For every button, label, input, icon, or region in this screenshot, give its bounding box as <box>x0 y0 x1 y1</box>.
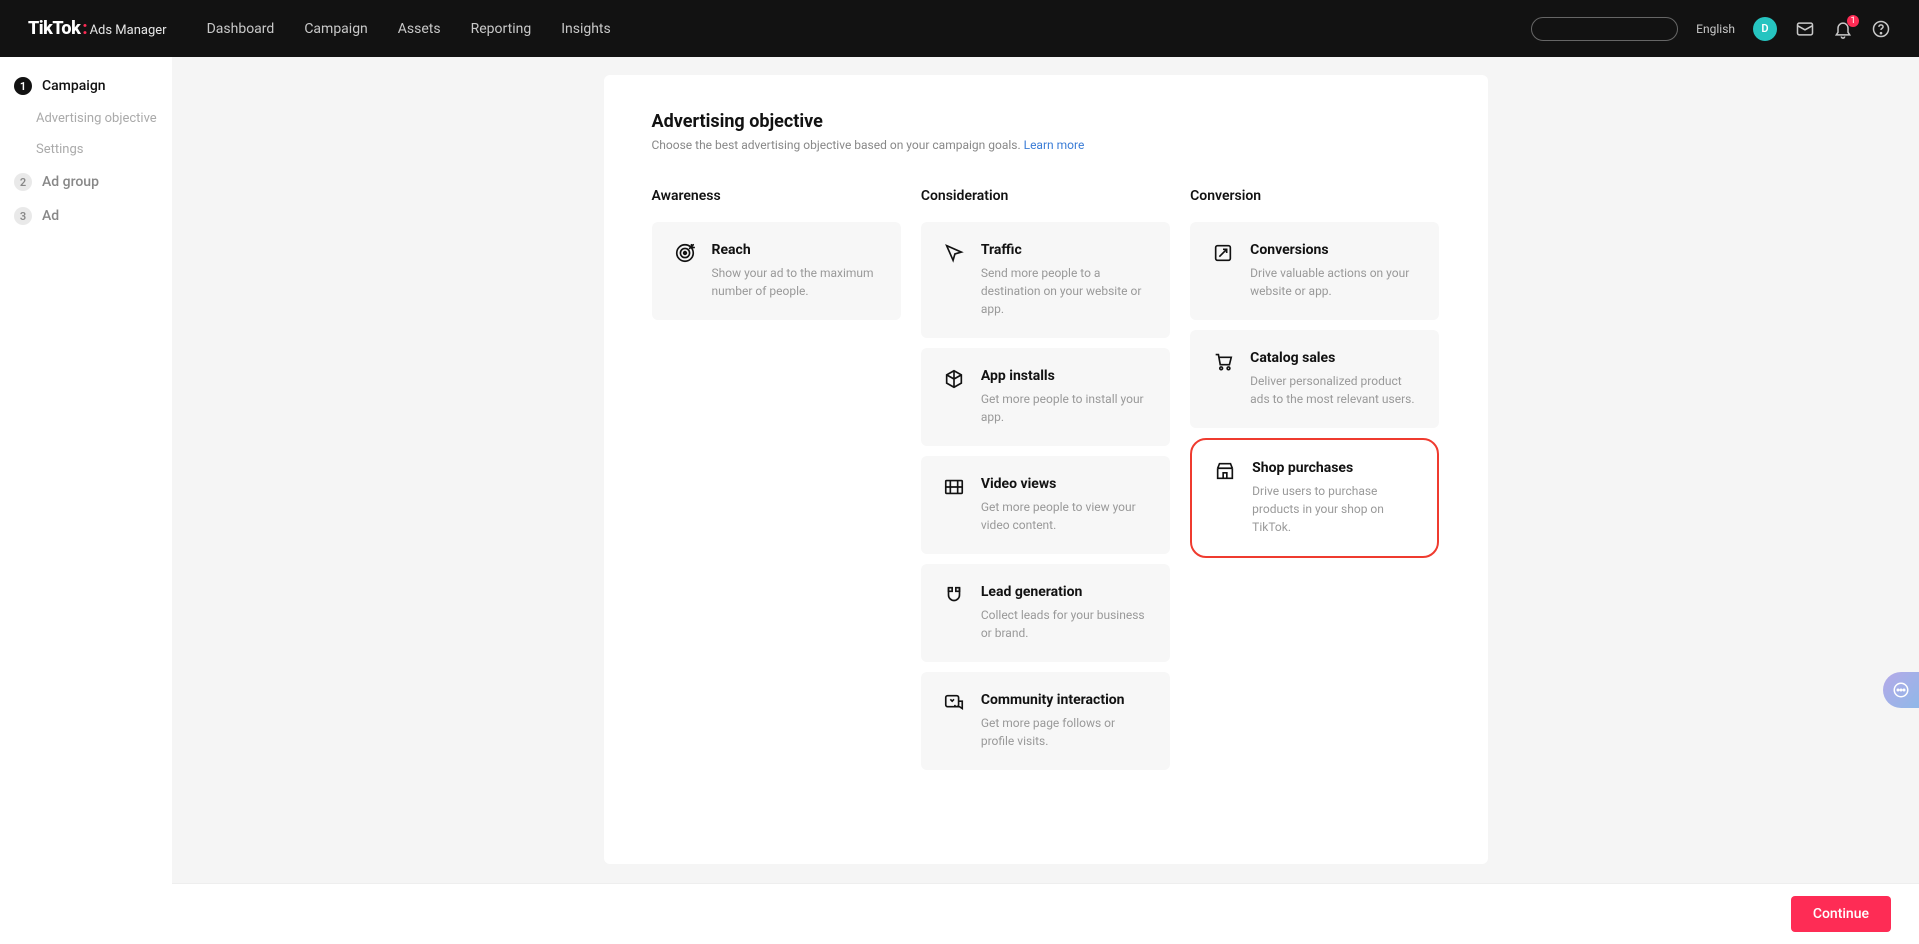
card-desc: Show your ad to the maximum number of pe… <box>712 264 879 300</box>
card-catalog-sales[interactable]: Catalog sales Deliver personalized produ… <box>1190 330 1439 428</box>
top-nav: Dashboard Campaign Assets Reporting Insi… <box>207 21 611 37</box>
card-title: Shop purchases <box>1252 460 1415 476</box>
card-title: Conversions <box>1250 242 1417 258</box>
sidebar-step-adgroup[interactable]: 2 Ad group <box>0 165 172 199</box>
nav-dashboard[interactable]: Dashboard <box>207 21 275 37</box>
objective-panel: Advertising objective Choose the best ad… <box>604 75 1488 864</box>
arrow-up-right-icon <box>1212 242 1234 264</box>
card-desc: Get more people to view your video conte… <box>981 498 1148 534</box>
sidebar-sub-settings[interactable]: Settings <box>0 134 172 165</box>
card-title: Traffic <box>981 242 1148 258</box>
notification-badge: 1 <box>1847 15 1859 27</box>
col-head-conversion: Conversion <box>1190 188 1439 204</box>
card-title: Lead generation <box>981 584 1148 600</box>
logo-sub: Ads Manager <box>90 23 167 38</box>
footer-bar: Continue <box>172 883 1919 944</box>
col-head-awareness: Awareness <box>652 188 901 204</box>
nav-campaign[interactable]: Campaign <box>304 21 367 37</box>
topbar: TikTok: Ads Manager Dashboard Campaign A… <box>0 0 1919 57</box>
card-desc: Drive users to purchase products in your… <box>1252 482 1415 536</box>
card-shop-purchases[interactable]: Shop purchases Drive users to purchase p… <box>1190 438 1439 558</box>
nav-reporting[interactable]: Reporting <box>471 21 532 37</box>
avatar[interactable]: D <box>1753 17 1777 41</box>
panel-desc-text: Choose the best advertising objective ba… <box>652 138 1024 152</box>
card-desc: Collect leads for your business or brand… <box>981 606 1148 642</box>
card-app-installs[interactable]: App installs Get more people to install … <box>921 348 1170 446</box>
learn-more-link[interactable]: Learn more <box>1024 138 1085 152</box>
card-conversions[interactable]: Conversions Drive valuable actions on yo… <box>1190 222 1439 320</box>
col-consideration: Consideration Traffic Send more people t… <box>921 188 1170 780</box>
panel-title: Advertising objective <box>652 111 1440 132</box>
sidebar-step-ad[interactable]: 3 Ad <box>0 199 172 233</box>
target-icon <box>674 242 696 264</box>
logo[interactable]: TikTok: Ads Manager <box>28 18 167 39</box>
step-label-1: Campaign <box>42 78 106 94</box>
help-icon[interactable] <box>1871 19 1891 39</box>
card-title: Reach <box>712 242 879 258</box>
step-num-3: 3 <box>14 207 32 225</box>
card-desc: Send more people to a destination on you… <box>981 264 1148 318</box>
sidebar-sub-advertising-objective[interactable]: Advertising objective <box>0 103 172 134</box>
main-area: Advertising objective Choose the best ad… <box>172 57 1919 944</box>
card-desc: Get more page follows or profile visits. <box>981 714 1148 750</box>
col-conversion: Conversion Conversions Drive valuable ac… <box>1190 188 1439 780</box>
cart-icon <box>1212 350 1234 372</box>
storefront-icon <box>1214 460 1236 482</box>
card-title: Catalog sales <box>1250 350 1417 366</box>
card-community-interaction[interactable]: Community interaction Get more page foll… <box>921 672 1170 770</box>
cube-icon <box>943 368 965 390</box>
card-desc: Get more people to install your app. <box>981 390 1148 426</box>
card-traffic[interactable]: Traffic Send more people to a destinatio… <box>921 222 1170 338</box>
card-desc: Deliver personalized product ads to the … <box>1250 372 1417 408</box>
nav-insights[interactable]: Insights <box>561 21 611 37</box>
chat-bubble[interactable] <box>1883 672 1919 708</box>
logo-main: TikTok <box>28 18 80 39</box>
card-title: App installs <box>981 368 1148 384</box>
language-selector[interactable]: English <box>1696 22 1735 36</box>
heart-chat-icon <box>943 692 965 714</box>
card-lead-generation[interactable]: Lead generation Collect leads for your b… <box>921 564 1170 662</box>
card-reach[interactable]: Reach Show your ad to the maximum number… <box>652 222 901 320</box>
sidebar-step-campaign[interactable]: 1 Campaign <box>0 69 172 103</box>
col-head-consideration: Consideration <box>921 188 1170 204</box>
card-title: Community interaction <box>981 692 1148 708</box>
magnet-icon <box>943 584 965 606</box>
logo-colon: : <box>82 18 87 39</box>
objective-columns: Awareness Reach Show your ad to the maxi… <box>652 188 1440 780</box>
panel-desc: Choose the best advertising objective ba… <box>652 138 1440 152</box>
sidebar: 1 Campaign Advertising objective Setting… <box>0 57 172 944</box>
col-awareness: Awareness Reach Show your ad to the maxi… <box>652 188 901 780</box>
card-desc: Drive valuable actions on your website o… <box>1250 264 1417 300</box>
step-label-2: Ad group <box>42 174 99 190</box>
card-title: Video views <box>981 476 1148 492</box>
step-num-2: 2 <box>14 173 32 191</box>
video-icon <box>943 476 965 498</box>
topbar-right: English D 1 <box>1531 17 1891 41</box>
continue-button[interactable]: Continue <box>1791 896 1891 932</box>
cursor-icon <box>943 242 965 264</box>
nav-assets[interactable]: Assets <box>398 21 441 37</box>
search-input[interactable] <box>1531 17 1678 41</box>
step-label-3: Ad <box>42 208 59 224</box>
inbox-icon[interactable] <box>1795 19 1815 39</box>
card-video-views[interactable]: Video views Get more people to view your… <box>921 456 1170 554</box>
bell-icon[interactable]: 1 <box>1833 19 1853 39</box>
step-num-1: 1 <box>14 77 32 95</box>
